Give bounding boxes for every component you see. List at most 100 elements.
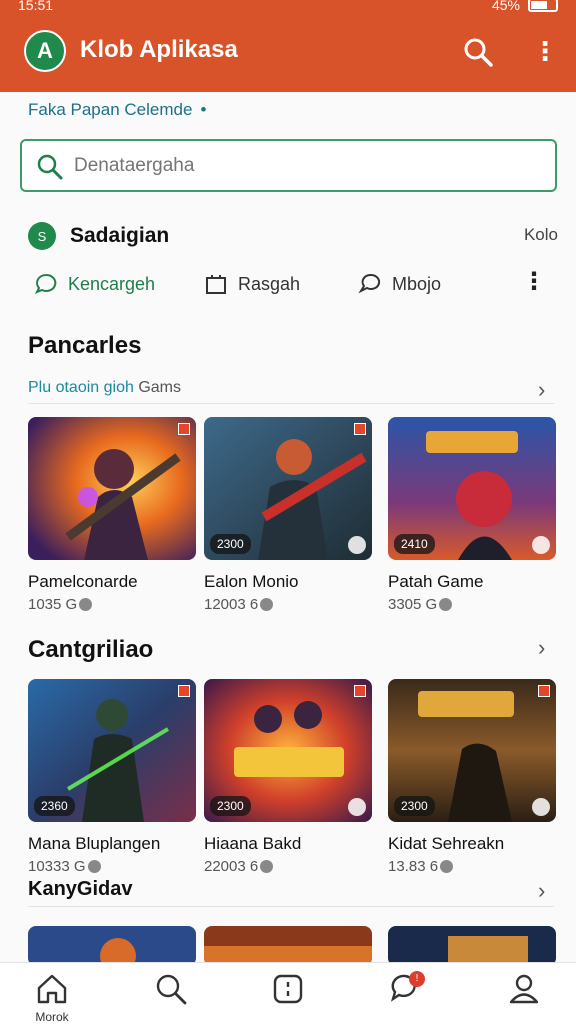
- search-icon: [156, 974, 187, 1005]
- nav-apps[interactable]: [258, 971, 318, 1024]
- nav-search[interactable]: [141, 971, 201, 1024]
- profile-icon: [509, 974, 539, 1004]
- overflow-menu-button[interactable]: ⋮: [532, 36, 558, 68]
- game-art-image: [28, 926, 196, 966]
- game-card[interactable]: 2410 Patah Game 3305 G: [388, 417, 556, 613]
- app-bar: 15:51 45% A Klob Aplikasa ⋮: [0, 0, 576, 92]
- tabs-more-button[interactable]: ⋮: [522, 268, 546, 296]
- section-title-category: Cantgriliao: [28, 636, 154, 663]
- card-title: Kidat Sehreakn: [388, 834, 505, 853]
- game-art-image: [388, 926, 556, 966]
- game-card[interactable]: 2300 Hiaana Bakd 22003 6: [204, 679, 372, 875]
- nav-profile[interactable]: [494, 971, 554, 1024]
- divider: [28, 403, 554, 404]
- platform-badge-icon: [532, 798, 550, 816]
- corner-badge-icon: [354, 423, 366, 435]
- nav-notifications[interactable]: !: [375, 971, 435, 1024]
- coin-icon: [79, 598, 93, 611]
- card-meta: 10333 G: [28, 858, 196, 875]
- section-title-third: KanyGidav: [28, 878, 133, 900]
- card-meta-value: 13.83 6: [388, 858, 439, 875]
- card-meta: 22003 6: [204, 858, 372, 875]
- box-icon: [206, 275, 226, 294]
- corner-badge-icon: [538, 685, 550, 697]
- comment-icon: [358, 273, 381, 294]
- game-thumbnail: [28, 926, 196, 966]
- tab-label: Kencargeh: [68, 273, 156, 294]
- game-card[interactable]: [204, 926, 372, 966]
- card-title: Patah Game: [388, 572, 484, 591]
- game-thumbnail: [388, 926, 556, 966]
- tab-label: Mbojo: [392, 273, 442, 294]
- rating-pill: 2360: [34, 796, 75, 816]
- search-icon: [464, 38, 493, 67]
- card-meta: 3305 G: [388, 596, 556, 613]
- rating-pill: 2410: [394, 534, 435, 554]
- chevron-right-icon[interactable]: ›: [538, 880, 554, 902]
- app-title: Klob Aplikasa: [80, 36, 238, 63]
- subheader-rest: Gams: [138, 379, 181, 396]
- card-meta-value: 3305 G: [388, 596, 438, 613]
- chevron-right-icon[interactable]: ›: [538, 637, 554, 659]
- breadcrumb-text: Faka Papan Celemde: [28, 100, 193, 119]
- card-title: Ealon Monio: [204, 572, 299, 591]
- game-thumbnail: 2360: [28, 679, 196, 822]
- coin-icon: [439, 598, 453, 611]
- card-meta-value: 22003 6: [204, 858, 259, 875]
- card-meta: 12003 6: [204, 596, 372, 613]
- status-time: 15:51: [18, 0, 54, 13]
- card-meta: 1035 G: [28, 596, 196, 613]
- card-meta: 13.83 6: [388, 858, 556, 875]
- nav-label: Morok: [35, 1010, 69, 1024]
- coin-icon: [87, 860, 101, 873]
- tab-mbojo[interactable]: Mbojo: [358, 268, 441, 300]
- corner-badge-icon: [178, 685, 190, 697]
- platform-badge-icon: [532, 536, 550, 554]
- game-card[interactable]: Pamelconarde 1035 G: [28, 417, 196, 613]
- appbar-search-button[interactable]: [462, 36, 494, 68]
- game-thumbnail: 2300: [388, 679, 556, 822]
- game-card[interactable]: 2360 Mana Bluplangen 10333 G: [28, 679, 196, 875]
- chat-icon: [34, 273, 57, 294]
- tab-rasgah[interactable]: Rasgah: [204, 268, 300, 300]
- section-title-popular: Pancarles: [28, 332, 142, 359]
- platform-badge-icon: [348, 536, 366, 554]
- search-bar[interactable]: [20, 139, 557, 192]
- section-badge-icon: S: [28, 222, 56, 250]
- game-card[interactable]: [28, 926, 196, 966]
- card-meta-value: 1035 G: [28, 596, 78, 613]
- section-right-link[interactable]: Kolo: [524, 225, 558, 245]
- divider: [28, 906, 554, 907]
- popular-subheader[interactable]: Plu otaoin gioh Gams: [28, 379, 181, 397]
- rating-pill: 2300: [394, 796, 435, 816]
- tab-kencargeh[interactable]: Kencargeh: [34, 268, 155, 300]
- game-card[interactable]: [388, 926, 556, 966]
- breadcrumb-dot: •: [200, 100, 207, 119]
- game-art-image: [28, 417, 196, 560]
- corner-badge-icon: [178, 423, 190, 435]
- breadcrumb[interactable]: Faka Papan Celemde •: [28, 100, 206, 120]
- chevron-right-icon[interactable]: ›: [538, 379, 554, 401]
- nav-home[interactable]: Morok: [22, 971, 82, 1024]
- game-card[interactable]: 2300 Ealon Monio 12003 6: [204, 417, 372, 613]
- game-art-image: [204, 926, 372, 966]
- tab-label: Rasgah: [238, 273, 301, 294]
- game-card[interactable]: 2300 Kidat Sehreakn 13.83 6: [388, 679, 556, 875]
- apps-icon: [273, 974, 303, 1004]
- coin-icon: [260, 598, 274, 611]
- search-input[interactable]: [74, 151, 544, 181]
- game-thumbnail: [204, 926, 372, 966]
- section-header: S Sadaigian Kolo: [28, 220, 558, 250]
- game-thumbnail: 2300: [204, 679, 372, 822]
- card-title: Pamelconarde: [28, 572, 138, 591]
- rating-pill: 2300: [210, 796, 251, 816]
- rating-pill: 2300: [210, 534, 251, 554]
- status-battery-text: 45%: [491, 0, 520, 13]
- game-thumbnail: 2410: [388, 417, 556, 560]
- section-title: Sadaigian: [70, 224, 170, 247]
- home-icon: [37, 974, 67, 1004]
- platform-badge-icon: [348, 798, 366, 816]
- battery-icon: [528, 0, 558, 12]
- card-meta-value: 10333 G: [28, 858, 86, 875]
- app-logo: A: [24, 30, 66, 72]
